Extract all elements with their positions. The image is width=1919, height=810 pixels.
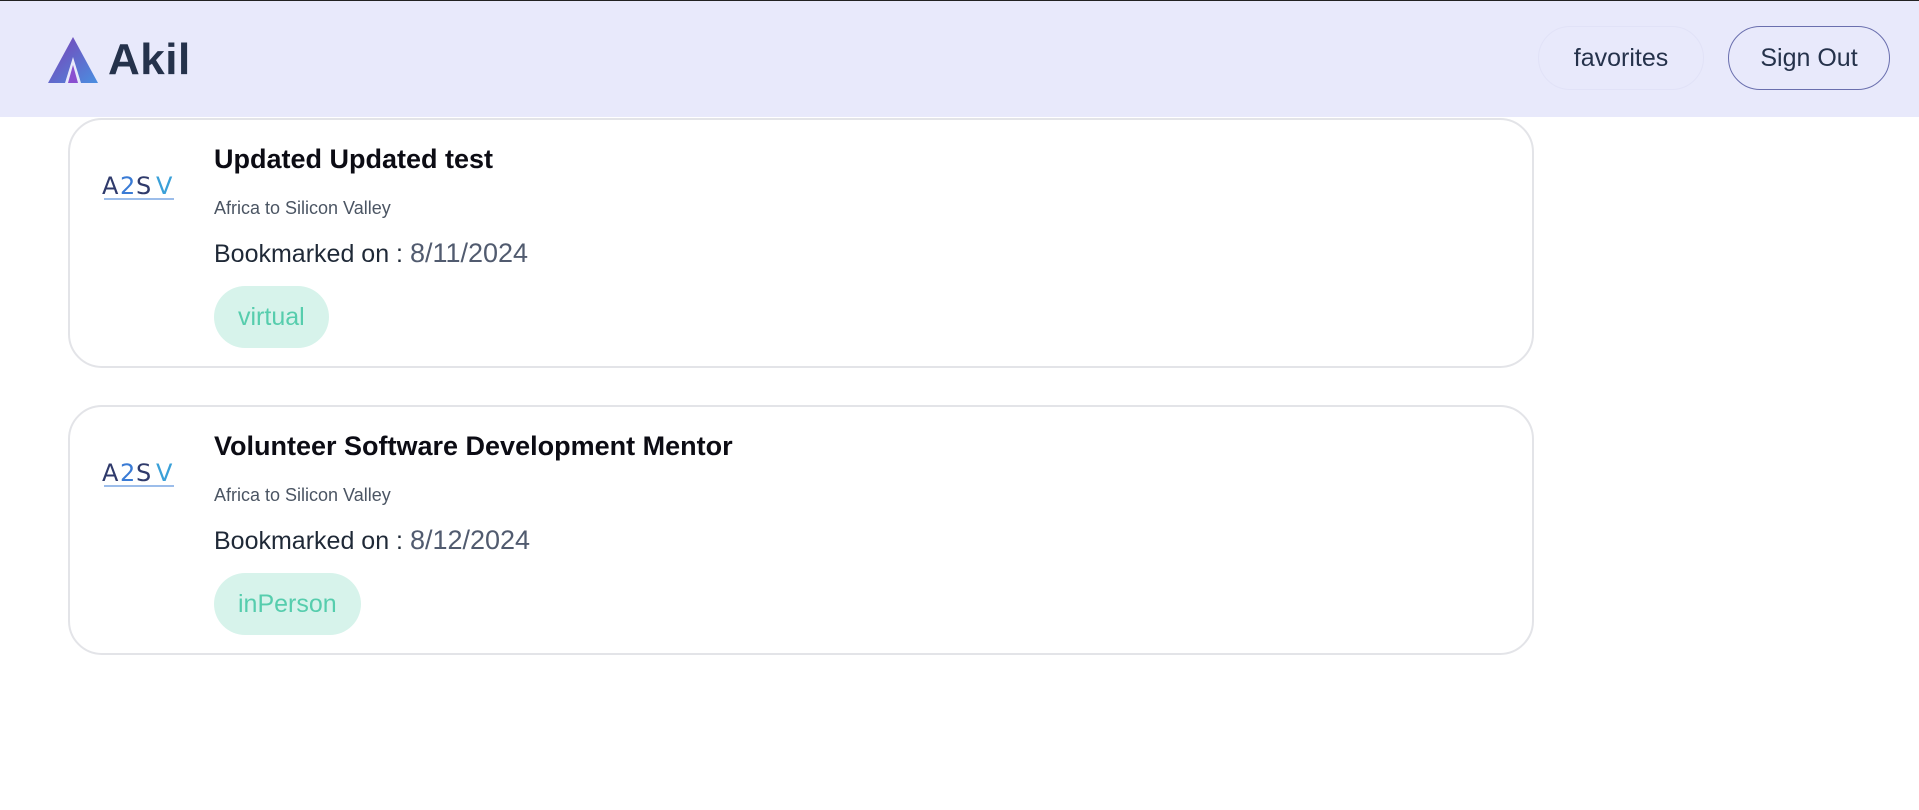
- favorites-button[interactable]: favorites: [1538, 26, 1704, 90]
- akil-logo-icon: [48, 37, 98, 83]
- card-organization: Africa to Silicon Valley: [214, 485, 391, 505]
- bookmarked-date-row: Bookmarked on : 8/11/2024: [214, 238, 528, 269]
- card-title[interactable]: Volunteer Software Development Mentor: [214, 431, 733, 462]
- brand-name: Akil: [108, 35, 191, 84]
- bookmark-card[interactable]: A 2 S V Updated Updated test Africa to S…: [68, 118, 1534, 368]
- svg-text:S: S: [136, 172, 151, 200]
- bookmarked-date-row: Bookmarked on : 8/12/2024: [214, 525, 530, 556]
- location-tag: virtual: [214, 286, 329, 348]
- location-tag: inPerson: [214, 573, 361, 635]
- svg-text:S: S: [136, 459, 151, 487]
- card-title[interactable]: Updated Updated test: [214, 144, 493, 175]
- top-navbar: Akil favorites Sign Out: [0, 1, 1919, 117]
- bookmarked-date: 8/12/2024: [409, 525, 531, 555]
- bookmarked-date: 8/11/2024: [409, 238, 529, 268]
- sign-out-button[interactable]: Sign Out: [1728, 26, 1890, 90]
- bookmarked-label: Bookmarked on :: [214, 240, 410, 268]
- company-logo-icon: A 2 S V: [102, 172, 174, 200]
- company-logo-icon: A 2 S V: [102, 459, 174, 487]
- bookmarked-label: Bookmarked on :: [214, 527, 410, 555]
- svg-text:A: A: [102, 459, 119, 487]
- brand-logo[interactable]: Akil: [48, 37, 191, 83]
- svg-text:2: 2: [120, 459, 135, 487]
- svg-text:V: V: [156, 459, 173, 487]
- svg-text:2: 2: [120, 172, 135, 200]
- svg-text:V: V: [156, 172, 173, 200]
- bookmark-card[interactable]: A 2 S V Volunteer Software Development M…: [68, 405, 1534, 655]
- card-organization: Africa to Silicon Valley: [214, 198, 391, 218]
- svg-text:A: A: [102, 172, 119, 200]
